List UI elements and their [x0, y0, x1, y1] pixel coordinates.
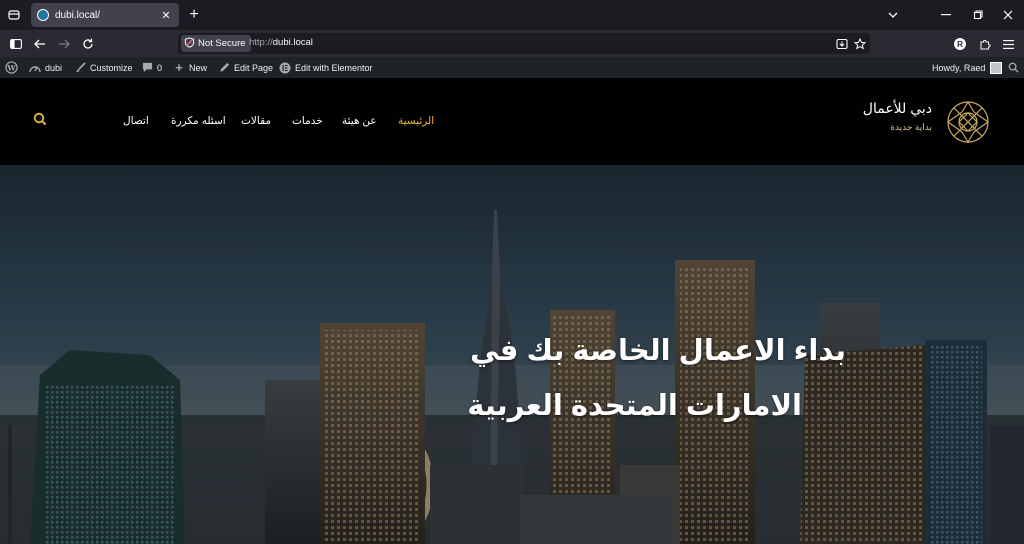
admin-bar-edit-elementor[interactable]: Edit with Elementor — [279, 57, 373, 78]
paintbrush-icon — [74, 62, 86, 74]
site-name-label: dubi — [45, 62, 63, 73]
browser-tabstrip: dubi.local/ ✕ + — [0, 0, 1024, 30]
menu-item-articles[interactable]: مقالات — [241, 115, 271, 127]
user-avatar — [990, 61, 1003, 74]
sidebar-toggle-icon[interactable] — [6, 34, 26, 54]
tab-overflow-chevron-icon[interactable] — [876, 0, 910, 30]
menu-item-home[interactable]: الرئيسية — [398, 115, 434, 127]
logo-subtitle: بداية جديدة — [890, 122, 932, 132]
address-bar[interactable]: Not Secure http://dubi.local — [178, 33, 870, 54]
menu-item-faq[interactable]: اسئله مكررة — [171, 115, 226, 127]
hero-heading-line-1: بداء الاعمال الخاصة بك في — [470, 335, 846, 367]
minimize-button[interactable] — [929, 0, 963, 30]
tab-close-icon[interactable]: ✕ — [159, 9, 173, 22]
svg-text:W: W — [6, 63, 16, 72]
not-secure-label: Not Secure — [198, 38, 246, 49]
wp-admin-bar: W dubi Customize 0 + New Edit Page Edit … — [0, 57, 1024, 78]
menu-item-services[interactable]: خدمات — [292, 115, 323, 127]
new-label: New — [189, 62, 208, 73]
howdy-label: Howdy, Raed — [932, 62, 986, 73]
url-protocol: http:// — [249, 37, 273, 48]
comment-bubble-icon — [141, 62, 153, 74]
menu-item-contact[interactable]: اتصال — [123, 115, 149, 127]
hero-heading-line-2: الامارات المتحدة العربية — [467, 390, 802, 422]
tab-list-icon[interactable] — [0, 0, 28, 30]
shield-warning-icon — [184, 35, 195, 53]
browser-tab[interactable]: dubi.local/ ✕ — [31, 3, 179, 27]
browser-toolbar: Not Secure http://dubi.local R — [0, 30, 1024, 57]
restore-button[interactable] — [961, 0, 995, 30]
comments-count: 0 — [157, 62, 163, 73]
site-logo[interactable]: دبي للأعمال بداية جديدة — [863, 98, 992, 146]
search-icon[interactable] — [33, 112, 47, 126]
hamburger-menu-icon[interactable] — [998, 34, 1018, 54]
download-page-icon[interactable] — [834, 36, 849, 51]
wordpress-logo-icon[interactable]: W — [5, 57, 18, 78]
elementor-logo-icon — [279, 62, 291, 74]
bookmark-star-icon[interactable] — [852, 36, 867, 51]
site-header: الرئيسية عن هيئة خدمات مقالات اسئله مكرر… — [0, 78, 1024, 165]
profile-avatar-icon[interactable]: R — [950, 34, 970, 54]
plus-icon: + — [175, 60, 183, 75]
wordpress-favicon-icon — [37, 9, 49, 21]
edit-elementor-label: Edit with Elementor — [295, 62, 373, 73]
menu-item-about[interactable]: عن هيئة — [342, 115, 377, 127]
admin-bar-account[interactable]: Howdy, Raed — [932, 57, 1003, 78]
url-text[interactable]: http://dubi.local — [249, 37, 313, 48]
new-tab-button[interactable]: + — [185, 5, 203, 25]
admin-bar-new[interactable]: + New — [173, 57, 207, 78]
admin-bar-site-name[interactable]: dubi — [29, 57, 62, 78]
close-window-button[interactable] — [991, 0, 1024, 30]
extensions-puzzle-icon[interactable] — [975, 34, 995, 54]
edit-page-label: Edit Page — [234, 62, 274, 73]
hero-section: بداء الاعمال الخاصة بك في الامارات المتح… — [0, 165, 1024, 544]
dashboard-gauge-icon — [29, 62, 41, 74]
logo-emblem-icon — [946, 100, 990, 144]
forward-arrow-icon[interactable] — [54, 34, 74, 54]
admin-bar-customize[interactable]: Customize — [74, 57, 133, 78]
back-arrow-icon[interactable] — [30, 34, 50, 54]
reload-icon[interactable] — [78, 34, 98, 54]
pencil-icon — [218, 62, 230, 74]
url-host: dubi.local — [272, 37, 313, 48]
logo-title: دبي للأعمال — [862, 100, 932, 116]
customize-label: Customize — [90, 62, 133, 73]
tab-title: dubi.local/ — [55, 9, 101, 21]
admin-bar-comments[interactable]: 0 — [141, 57, 162, 78]
admin-bar-edit-page[interactable]: Edit Page — [218, 57, 273, 78]
admin-bar-search-icon[interactable] — [1008, 57, 1019, 78]
not-secure-badge[interactable]: Not Secure — [181, 35, 251, 52]
